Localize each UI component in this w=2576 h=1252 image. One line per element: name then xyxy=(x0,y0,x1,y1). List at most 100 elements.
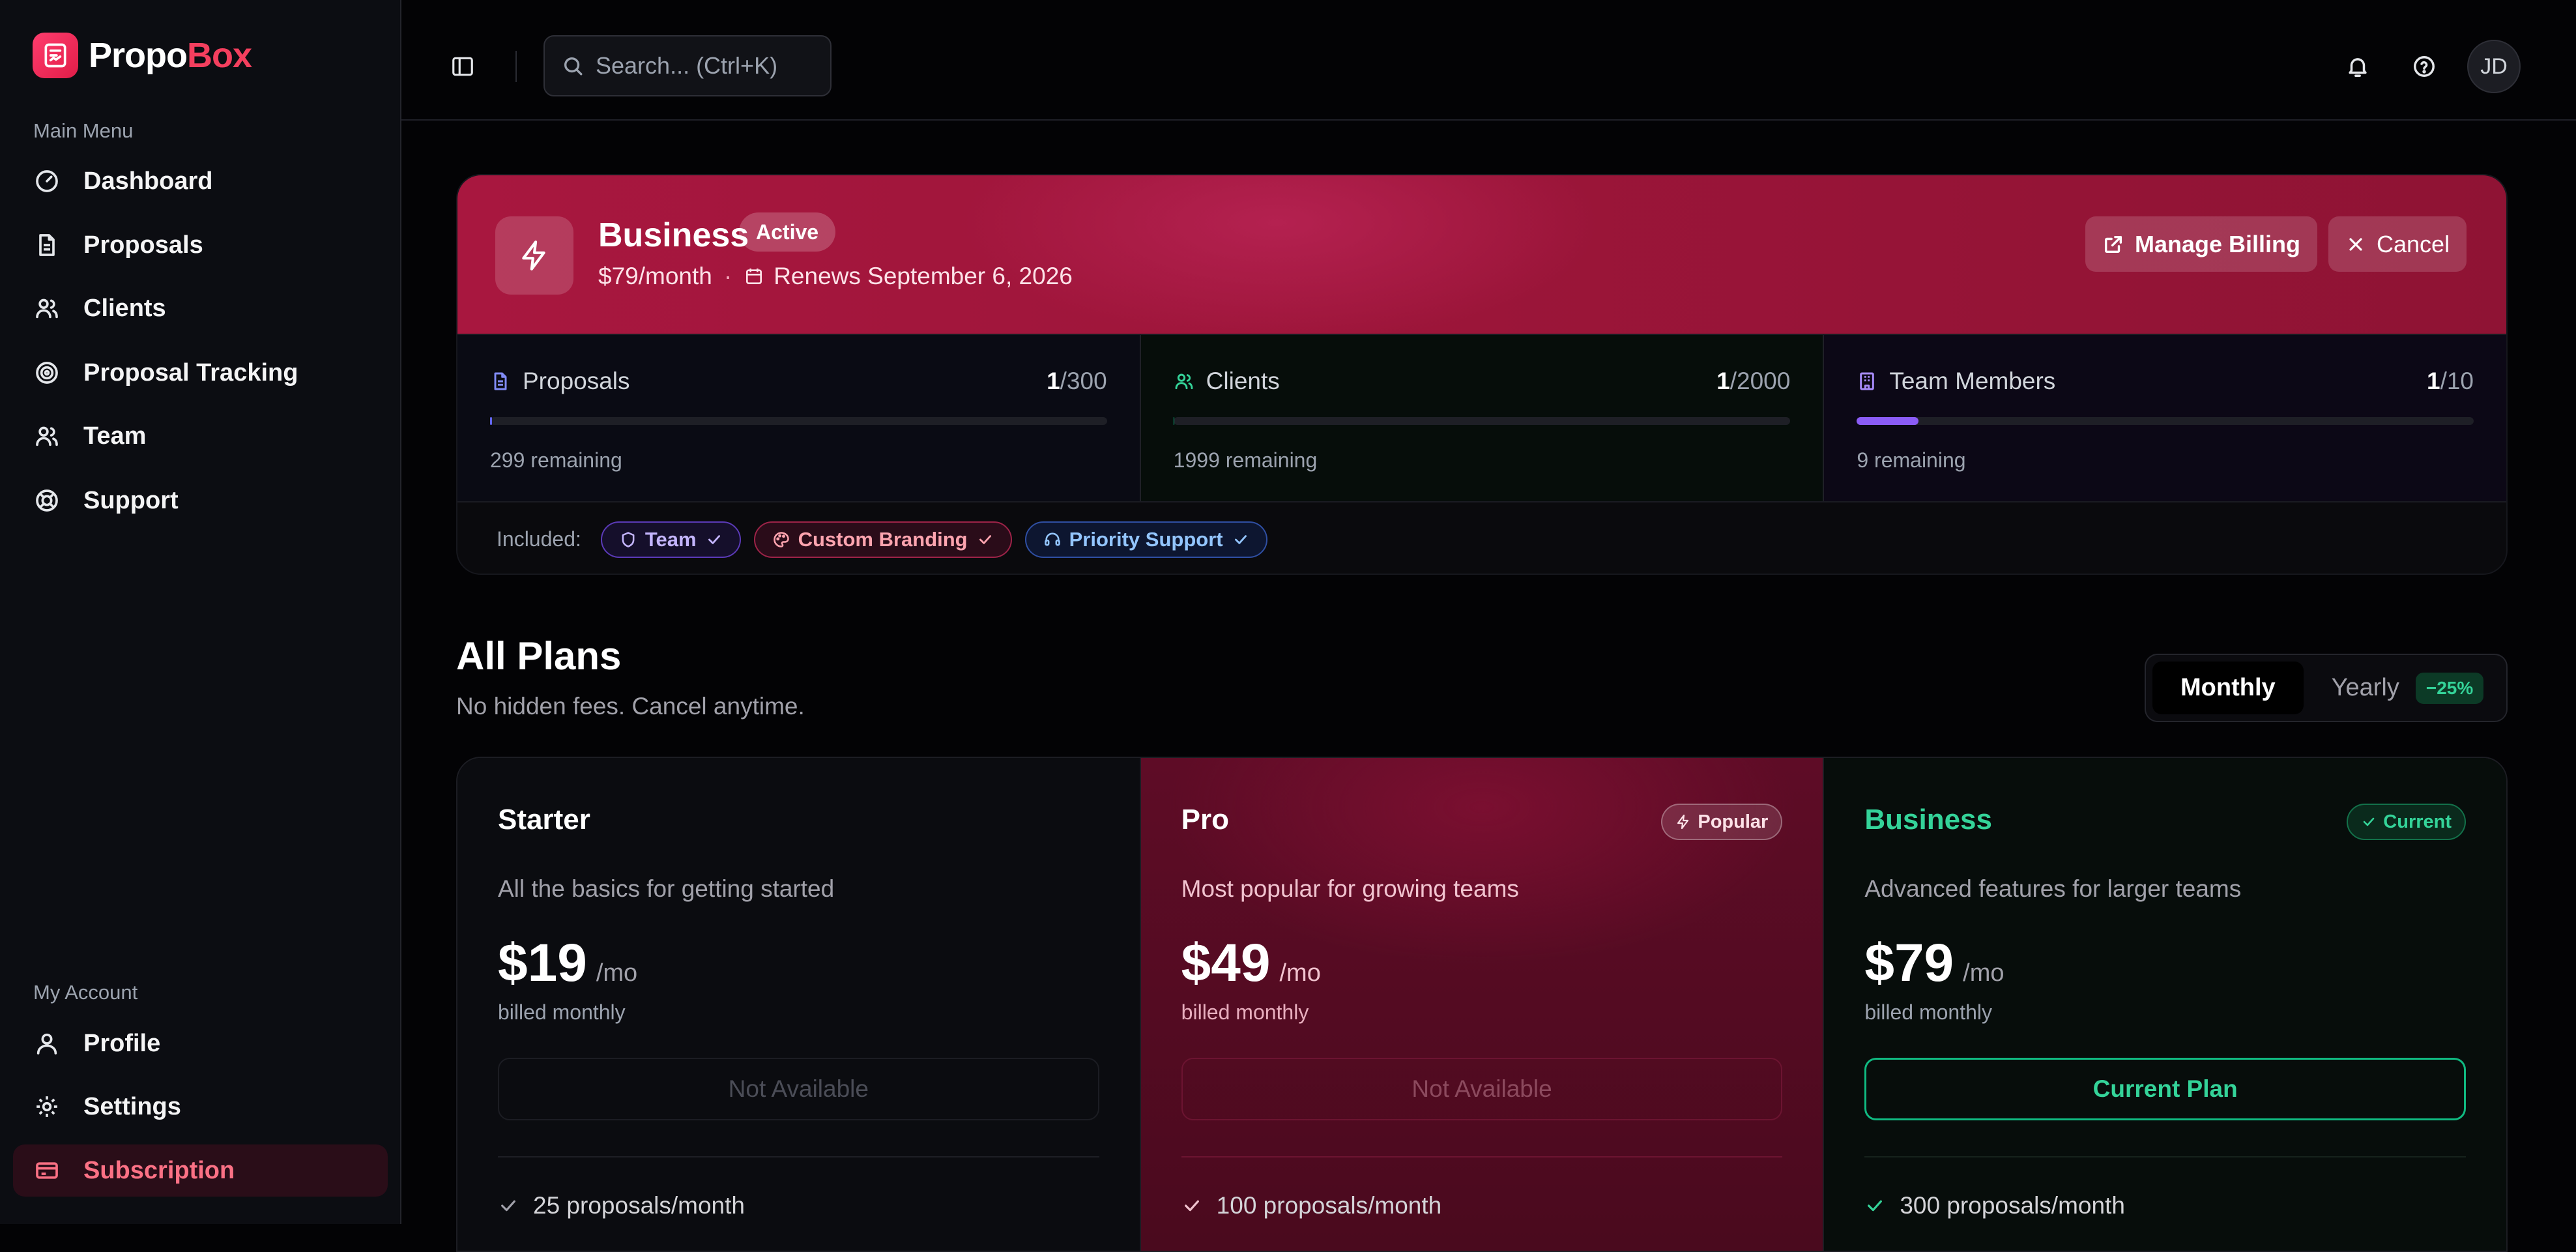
sidebar-item-team[interactable]: Team xyxy=(13,410,388,462)
sidebar-toggle-button[interactable] xyxy=(443,47,482,86)
billing-period-toggle: Monthly Yearly −25% xyxy=(2145,654,2508,722)
check-icon xyxy=(706,531,723,548)
usage-remaining: 1999 remaining xyxy=(1174,448,1318,473)
avatar[interactable]: JD xyxy=(2467,40,2521,93)
sidebar-item-label: Team xyxy=(83,422,146,450)
sidebar-toggle-icon xyxy=(450,54,475,79)
included-label: Included: xyxy=(497,527,581,551)
usage-label: Proposals xyxy=(523,368,630,395)
top-bar: JD xyxy=(401,0,2576,121)
users-icon xyxy=(34,423,60,449)
help-button[interactable] xyxy=(2405,47,2444,86)
plan-price: $79 /mo xyxy=(1864,933,2004,994)
sidebar-item-label: Subscription xyxy=(83,1157,235,1185)
yearly-toggle-option[interactable]: Yearly xyxy=(2304,662,2427,714)
external-link-icon xyxy=(2102,233,2124,255)
current-plan-button[interactable]: Current Plan xyxy=(1864,1058,2466,1120)
plan-description: Advanced features for larger teams xyxy=(1864,875,2241,903)
current-badge: Current xyxy=(2347,804,2466,840)
check-icon xyxy=(1181,1195,1202,1216)
search-icon xyxy=(562,55,584,77)
status-badge: Active xyxy=(739,212,835,252)
sidebar-item-label: Support xyxy=(83,487,179,515)
sidebar-item-profile[interactable]: Profile xyxy=(13,1017,388,1070)
gear-icon xyxy=(34,1094,60,1120)
feature-chip-team: Team xyxy=(601,521,741,558)
included-features-row: Included: Team Custom Branding Priority … xyxy=(457,501,2506,575)
divider xyxy=(1181,1156,1783,1157)
plan-billing-note: billed monthly xyxy=(1181,1000,1309,1025)
current-subscription-card: Business Active $79/month · Renews Septe… xyxy=(456,174,2508,575)
check-icon xyxy=(1864,1195,1885,1216)
sidebar-item-dashboard[interactable]: Dashboard xyxy=(13,155,388,207)
credit-card-icon xyxy=(34,1157,60,1184)
sidebar-item-settings[interactable]: Settings xyxy=(13,1081,388,1133)
sidebar-item-label: Proposals xyxy=(83,231,203,259)
plan-feature-item: 300 proposals/month xyxy=(1864,1192,2125,1219)
plan-price: $49 /mo xyxy=(1181,933,1321,994)
subscription-header: Business Active $79/month · Renews Septe… xyxy=(457,175,2506,334)
logo-text: PropoBox xyxy=(89,35,252,76)
feature-chip-priority-support: Priority Support xyxy=(1025,521,1267,558)
check-icon xyxy=(1232,531,1249,548)
sidebar-item-label: Dashboard xyxy=(83,167,212,196)
plan-card-business: Business Current Advanced features for l… xyxy=(1824,758,2506,1251)
gauge-icon xyxy=(34,168,60,194)
sidebar: PropoBox Main Menu Dashboard Proposals C… xyxy=(0,0,401,1224)
plan-price: $19 /mo xyxy=(498,933,637,994)
lightning-icon xyxy=(495,216,573,295)
check-icon xyxy=(977,531,994,548)
plans-grid: Starter All the basics for getting start… xyxy=(456,757,2508,1252)
shield-icon xyxy=(619,531,637,549)
search-input[interactable] xyxy=(596,52,811,80)
help-circle-icon xyxy=(2412,54,2437,79)
divider xyxy=(515,51,517,82)
manage-billing-button[interactable]: Manage Billing xyxy=(2085,216,2317,272)
usage-label: Clients xyxy=(1206,368,1280,395)
usage-proposals: Proposals 1/300 299 remaining xyxy=(457,335,1141,501)
sidebar-item-proposals[interactable]: Proposals xyxy=(13,219,388,271)
plan-billing-note: billed monthly xyxy=(1864,1000,1992,1025)
usage-label: Team Members xyxy=(1889,368,2055,395)
cancel-subscription-button[interactable]: Cancel xyxy=(2328,216,2467,272)
usage-progress-bar xyxy=(1174,417,1791,425)
plan-feature-item: 100 proposals/month xyxy=(1181,1192,1442,1219)
building-icon xyxy=(1857,371,1877,392)
sidebar-item-label: Settings xyxy=(83,1093,181,1121)
app-logo[interactable]: PropoBox xyxy=(33,33,252,78)
search-box[interactable] xyxy=(543,35,832,96)
plan-feature-item: 25 proposals/month xyxy=(498,1192,745,1219)
users-icon xyxy=(1174,371,1194,392)
plan-billing-note: billed monthly xyxy=(498,1000,626,1025)
sidebar-item-support[interactable]: Support xyxy=(13,474,388,527)
plan-card-pro: Pro Popular Most popular for growing tea… xyxy=(1141,758,1825,1251)
plan-name: Pro xyxy=(1181,804,1229,836)
usage-progress-fill xyxy=(1857,417,1918,425)
monthly-toggle-option[interactable]: Monthly xyxy=(2152,662,2304,714)
sidebar-item-clients[interactable]: Clients xyxy=(13,282,388,334)
usage-clients: Clients 1/2000 1999 remaining xyxy=(1141,335,1825,501)
sidebar-item-proposal-tracking[interactable]: Proposal Tracking xyxy=(13,347,388,399)
usage-remaining: 299 remaining xyxy=(490,448,622,473)
usage-count: 1/10 xyxy=(2427,368,2474,395)
my-account-label: My Account xyxy=(33,981,137,1004)
plan-not-available-button: Not Available xyxy=(498,1058,1099,1120)
target-icon xyxy=(34,360,60,386)
notifications-button[interactable] xyxy=(2338,47,2377,86)
plan-description: Most popular for growing teams xyxy=(1181,875,1519,903)
usage-progress-bar xyxy=(490,417,1107,425)
plan-name: Starter xyxy=(498,804,590,836)
plan-name: Business xyxy=(1864,804,1992,836)
calendar-icon xyxy=(744,266,764,287)
all-plans-title: All Plans xyxy=(456,633,621,678)
sidebar-item-subscription[interactable]: Subscription xyxy=(13,1144,388,1197)
logo-mark-icon xyxy=(33,33,78,78)
document-icon xyxy=(490,371,511,392)
check-icon xyxy=(2361,814,2377,830)
usage-count: 1/2000 xyxy=(1716,368,1790,395)
plan-card-starter: Starter All the basics for getting start… xyxy=(457,758,1141,1251)
usage-team-members: Team Members 1/10 9 remaining xyxy=(1824,335,2506,501)
current-plan-price: $79/month xyxy=(598,263,712,290)
all-plans-subtitle: No hidden fees. Cancel anytime. xyxy=(456,693,805,720)
headset-icon xyxy=(1043,531,1062,549)
